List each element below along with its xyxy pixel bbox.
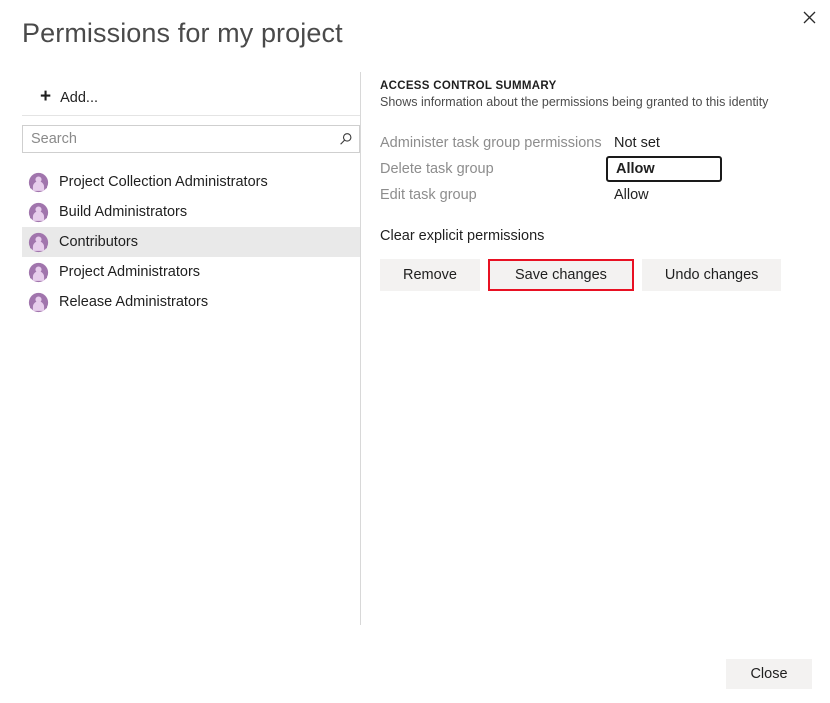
- permission-label: Administer task group permissions: [380, 135, 614, 151]
- group-avatar-icon: [28, 232, 49, 253]
- group-avatar-icon: [28, 202, 49, 223]
- summary-heading: ACCESS CONTROL SUMMARY: [380, 80, 780, 92]
- permission-row: Edit task group Allow: [380, 182, 780, 208]
- list-item-label: Project Administrators: [59, 264, 200, 280]
- remove-button[interactable]: Remove: [380, 259, 480, 291]
- permission-value[interactable]: Allow: [614, 187, 649, 203]
- permission-value[interactable]: Not set: [614, 135, 660, 151]
- group-avatar-icon: [28, 292, 49, 313]
- action-button-row: Remove Save changes Undo changes: [380, 259, 780, 291]
- add-button[interactable]: + Add...: [22, 80, 360, 116]
- summary-subheading: Shows information about the permissions …: [380, 95, 780, 109]
- permissions-table: Administer task group permissions Not se…: [380, 130, 780, 208]
- group-avatar-icon: [28, 172, 49, 193]
- group-avatar-icon: [28, 262, 49, 283]
- list-item-selected[interactable]: Contributors: [22, 227, 360, 257]
- plus-icon: +: [40, 87, 51, 106]
- permission-value-focused[interactable]: Allow: [606, 156, 722, 182]
- permission-row: Administer task group permissions Not se…: [380, 130, 780, 156]
- permission-label: Delete task group: [380, 161, 614, 177]
- list-item-label: Release Administrators: [59, 294, 208, 310]
- access-control-summary-pane: ACCESS CONTROL SUMMARY Shows information…: [380, 80, 780, 291]
- add-button-label: Add...: [60, 90, 98, 106]
- identity-list-pane: + Add... Project Collection Administrato…: [22, 80, 360, 333]
- pane-divider: [360, 72, 361, 625]
- list-item[interactable]: Build Administrators: [22, 197, 360, 227]
- page-title: Permissions for my project: [22, 18, 343, 49]
- search-icon[interactable]: [333, 132, 359, 146]
- close-button[interactable]: Close: [726, 659, 812, 689]
- clear-explicit-permissions-label[interactable]: Clear explicit permissions: [380, 228, 544, 244]
- list-item[interactable]: Project Administrators: [22, 257, 360, 287]
- search-box[interactable]: [22, 125, 360, 153]
- list-item[interactable]: Release Administrators: [22, 287, 360, 317]
- search-input[interactable]: [23, 126, 333, 152]
- close-icon: [803, 11, 816, 24]
- permission-label: Edit task group: [380, 187, 614, 203]
- list-item[interactable]: Project Collection Administrators: [22, 167, 360, 197]
- undo-changes-button[interactable]: Undo changes: [642, 259, 782, 291]
- save-changes-button[interactable]: Save changes: [488, 259, 634, 291]
- list-item-label: Build Administrators: [59, 204, 187, 220]
- dialog-close-button[interactable]: [794, 2, 824, 32]
- permission-row: Delete task group Allow: [380, 156, 780, 182]
- list-item-label: Contributors: [59, 234, 138, 250]
- group-list: Project Collection Administrators Build …: [22, 167, 360, 317]
- list-item-label: Project Collection Administrators: [59, 174, 268, 190]
